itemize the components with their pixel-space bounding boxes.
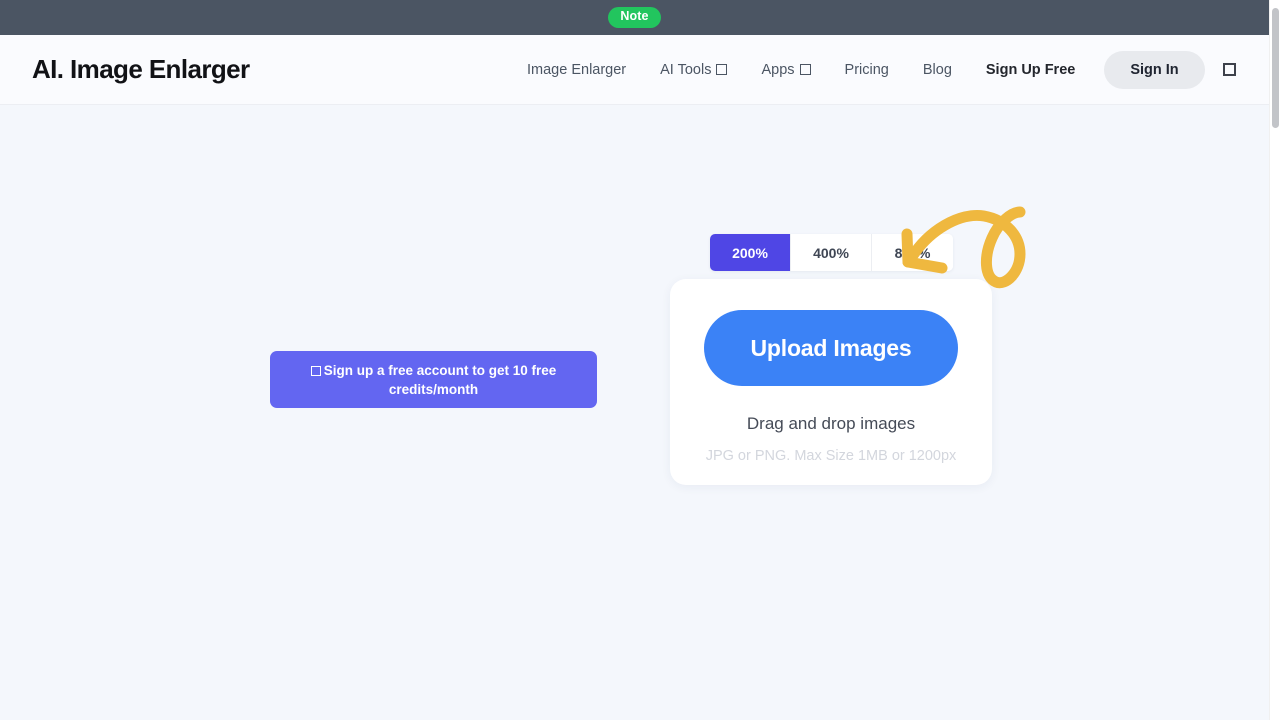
nav-item-label: Pricing bbox=[844, 61, 889, 78]
nav-item-label: Apps bbox=[761, 61, 795, 78]
language-switcher[interactable] bbox=[1222, 63, 1236, 76]
scrollbar-thumb[interactable] bbox=[1272, 8, 1279, 128]
globe-icon bbox=[1222, 63, 1236, 76]
scale-tab-400[interactable]: 400% bbox=[791, 234, 872, 271]
scale-tab-200[interactable]: 200% bbox=[710, 234, 791, 271]
free-credits-banner-text: Sign up a free account to get 10 free cr… bbox=[323, 363, 557, 397]
nav-item-label: AI Tools bbox=[660, 61, 712, 78]
nav-item-sign-up-free[interactable]: Sign Up Free bbox=[969, 62, 1092, 78]
site-header: AI. Image Enlarger Image Enlarger AI Too… bbox=[0, 35, 1269, 105]
nav-item-ai-tools[interactable]: AI Tools bbox=[643, 62, 744, 78]
scale-selector: 200% 400% 800% bbox=[710, 234, 953, 271]
nav-item-pricing[interactable]: Pricing bbox=[828, 62, 906, 78]
drag-and-drop-label: Drag and drop images bbox=[746, 414, 916, 433]
nav-item-label: Sign Up Free bbox=[985, 61, 1076, 78]
info-icon bbox=[310, 366, 321, 376]
top-notification-bar: Note bbox=[0, 0, 1269, 35]
nav-item-label: Image Enlarger bbox=[527, 61, 627, 78]
nav-item-apps[interactable]: Apps bbox=[744, 62, 827, 78]
note-badge[interactable]: Note bbox=[608, 7, 661, 28]
chevron-down-icon bbox=[799, 64, 811, 75]
nav-item-image-enlarger[interactable]: Image Enlarger bbox=[510, 62, 643, 78]
file-requirements-hint: JPG or PNG. Max Size 1MB or 1200px bbox=[705, 448, 957, 464]
page-scrollbar[interactable] bbox=[1269, 0, 1280, 720]
scale-tab-800[interactable]: 800% bbox=[872, 234, 953, 271]
chevron-down-icon bbox=[716, 64, 728, 75]
nav-item-label: Blog bbox=[922, 61, 952, 78]
upload-images-button[interactable]: Upload Images bbox=[704, 310, 958, 386]
free-credits-banner[interactable]: Sign up a free account to get 10 free cr… bbox=[270, 351, 597, 408]
main-navigation: Image Enlarger AI Tools Apps Pricing Blo… bbox=[510, 50, 1236, 89]
nav-item-blog[interactable]: Blog bbox=[906, 62, 969, 78]
upload-dropzone-card[interactable]: Upload Images Drag and drop images JPG o… bbox=[670, 279, 992, 485]
site-logo[interactable]: AI. Image Enlarger bbox=[32, 54, 250, 85]
sign-in-button[interactable]: Sign In bbox=[1104, 50, 1205, 89]
main-content: 200% 400% 800% Upload Images Drag and dr… bbox=[0, 106, 1269, 720]
